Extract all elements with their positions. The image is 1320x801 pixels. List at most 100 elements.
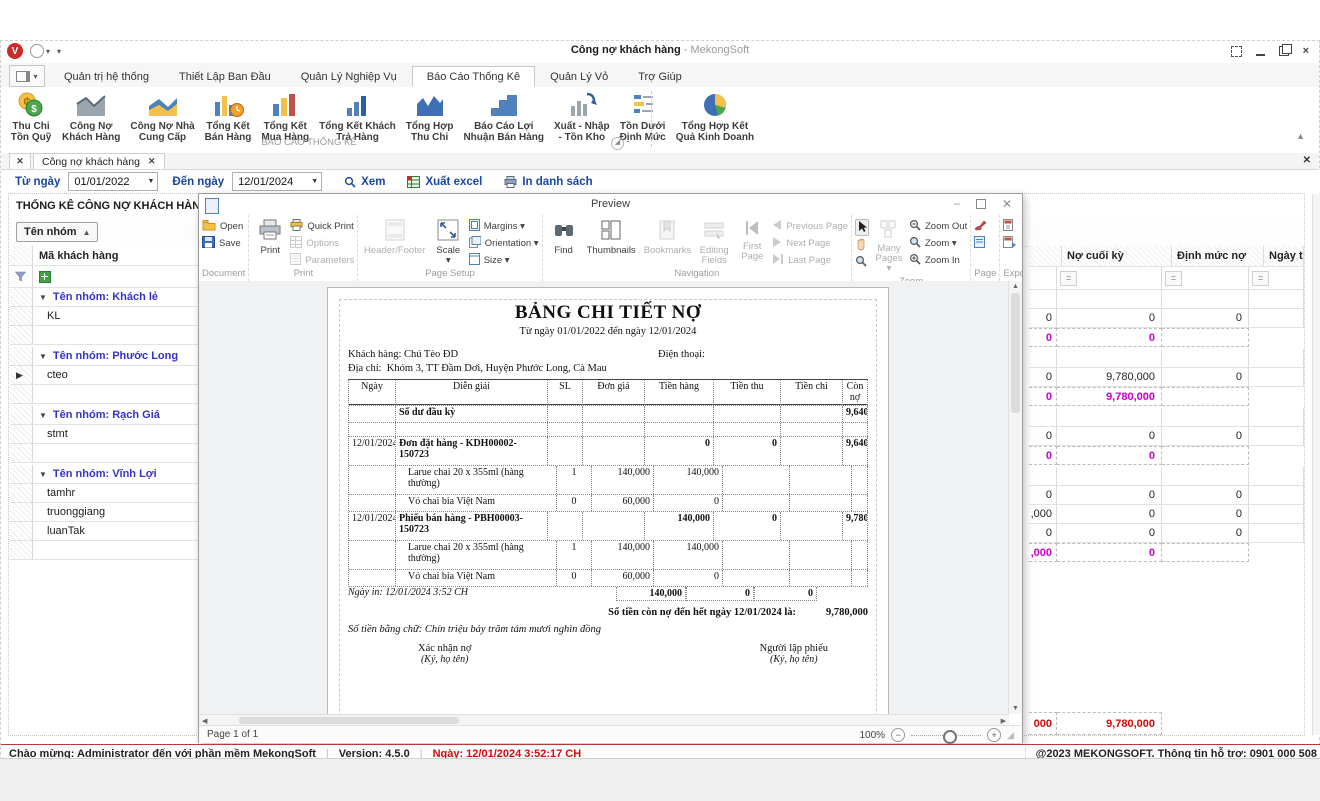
ribbon-tab-4[interactable]: Báo Cáo Thống Kê bbox=[412, 66, 535, 87]
ribbon-item-5[interactable]: Tổng KếtMua Hàng bbox=[256, 89, 314, 144]
dialog-launcher-icon[interactable]: ◢ bbox=[611, 137, 624, 150]
ribbon-tab-5[interactable]: Quản Lý Vỏ bbox=[535, 66, 623, 87]
column-header-ma-khach-hang[interactable]: Mã khách hàng bbox=[33, 246, 206, 266]
column-header-no-cuoi-ky[interactable]: Nợ cuối kỳ bbox=[1062, 246, 1172, 267]
group-row-4[interactable]: ▼Tên nhóm: Vĩnh Lợi bbox=[10, 465, 206, 484]
ribbon-tab-1[interactable]: Quản trị hệ thống bbox=[49, 66, 164, 87]
preview-document-area[interactable]: BẢNG CHI TIẾT NỢ Từ ngày 01/01/2022 đến … bbox=[199, 281, 1009, 714]
fullscreen-icon[interactable] bbox=[1231, 46, 1242, 57]
ribbon-tab-6[interactable]: Trợ Giúp bbox=[623, 66, 696, 87]
data-row-KL[interactable]: KL bbox=[10, 307, 206, 326]
resize-grip-icon[interactable]: ◢ bbox=[1007, 730, 1014, 741]
ribbon-item-1[interactable]: ₵$Thu ChiTồn Quỹ bbox=[5, 89, 57, 144]
tab-cong-no-khach-hang[interactable]: Công nợ khách hàng ✕ bbox=[33, 153, 165, 169]
print-button[interactable]: Print bbox=[252, 217, 288, 258]
app-menu-button[interactable]: ▾ bbox=[9, 65, 45, 87]
options-button[interactable]: Options bbox=[290, 236, 354, 251]
find-button[interactable]: Find bbox=[546, 217, 582, 258]
data-row-cteo[interactable]: ▶cteo bbox=[10, 366, 206, 385]
preview-maximize-icon[interactable] bbox=[976, 199, 986, 209]
next-page-button[interactable]: Next Page bbox=[772, 236, 848, 251]
group-by-chip[interactable]: Tên nhóm▲ bbox=[16, 222, 98, 242]
ribbon-item-6[interactable]: Tổng Kết KháchTrả Hàng bbox=[314, 89, 401, 144]
preview-title-bar[interactable]: Preview – ✕ bbox=[199, 194, 1022, 216]
ribbon-item-10[interactable]: Tồn DướiĐịnh Mức bbox=[615, 89, 671, 144]
close-all-tabs-button[interactable]: ✕ bbox=[9, 153, 31, 169]
thumbnails-button[interactable]: Thumbnails bbox=[584, 217, 639, 258]
tab-close-icon[interactable]: ✕ bbox=[148, 156, 156, 167]
zoom-slider[interactable] bbox=[911, 735, 981, 736]
group-row-3[interactable]: ▼Tên nhóm: Rạch Giá bbox=[10, 406, 206, 425]
scale-button[interactable]: Scale ▾ bbox=[430, 217, 467, 268]
zoom-in-button[interactable]: Zoom In bbox=[909, 253, 967, 268]
print-list-button[interactable]: In danh sách bbox=[504, 176, 592, 188]
group-row-2[interactable]: ▼Tên nhóm: Phước Long bbox=[10, 347, 206, 366]
size-button[interactable]: Size ▾ bbox=[469, 253, 539, 268]
minimize-icon[interactable] bbox=[1256, 54, 1265, 56]
save-button[interactable]: Save bbox=[202, 236, 243, 251]
orientation-button[interactable]: Orientation ▾ bbox=[469, 236, 539, 251]
pointer-tool-button[interactable] bbox=[855, 219, 869, 236]
ribbon-item-9[interactable]: Xuất - Nhập- Tồn Kho bbox=[549, 89, 615, 144]
data-row-right-tamhr[interactable]: 000 bbox=[1029, 486, 1304, 505]
preview-close-icon[interactable]: ✕ bbox=[1002, 197, 1012, 211]
bookmarks-button[interactable]: Bookmarks bbox=[641, 217, 695, 258]
export-document-button[interactable] bbox=[1003, 219, 1016, 234]
filter-cell-no-cuoi-ky[interactable]: = bbox=[1057, 267, 1162, 290]
export-excel-button[interactable]: Xuất excel bbox=[407, 176, 482, 188]
data-row-stmt[interactable]: stmt bbox=[10, 425, 206, 444]
many-pages-button[interactable]: Many Pages ▾ bbox=[871, 217, 907, 276]
magnifier-tool-button[interactable] bbox=[855, 255, 869, 270]
data-row-truonggiang[interactable]: truonggiang bbox=[10, 503, 206, 522]
previous-page-button[interactable]: Previous Page bbox=[772, 219, 848, 234]
zoom-increase-icon[interactable]: + bbox=[987, 728, 1001, 742]
ribbon-item-3[interactable]: Công Nợ NhàCung Cấp bbox=[125, 89, 199, 144]
filter-cell-ma-khach-hang[interactable] bbox=[33, 266, 206, 288]
vertical-scroll-thumb[interactable] bbox=[1011, 293, 1020, 413]
zoom-out-button[interactable]: Zoom Out bbox=[909, 219, 967, 234]
open-button[interactable]: Open bbox=[202, 219, 243, 234]
editing-fields-button[interactable]: Editing Fields bbox=[696, 217, 732, 268]
view-button[interactable]: Xem bbox=[344, 176, 385, 188]
ribbon-collapse-icon[interactable]: ▲ bbox=[1296, 131, 1305, 141]
data-row-tamhr[interactable]: tamhr bbox=[10, 484, 206, 503]
group-row-1[interactable]: ▼Tên nhóm: Khách lẻ bbox=[10, 288, 206, 307]
ribbon-item-8[interactable]: Báo Cáo LợiNhuận Bán Hàng bbox=[458, 89, 549, 144]
header-footer-button[interactable]: Header/Footer bbox=[361, 217, 427, 258]
hand-tool-button[interactable] bbox=[855, 238, 869, 253]
watermark-button[interactable] bbox=[974, 219, 987, 234]
filter-cell-ngay-toi-han[interactable]: = bbox=[1249, 267, 1304, 290]
ribbon-item-2[interactable]: Công NợKhách Hàng bbox=[57, 89, 125, 144]
data-row-right-stmt[interactable]: 000 bbox=[1029, 427, 1304, 446]
data-row-right-cteo[interactable]: 09,780,0000 bbox=[1029, 368, 1304, 387]
column-header-dinh-muc-no[interactable]: Định mức nợ bbox=[1172, 246, 1264, 267]
column-header-ngay-toi-han[interactable]: Ngày tới hạn bbox=[1264, 246, 1304, 267]
data-row-right-KL[interactable]: 000 bbox=[1029, 309, 1304, 328]
zoom-decrease-icon[interactable]: − bbox=[891, 728, 905, 742]
preview-minimize-icon[interactable]: – bbox=[954, 198, 960, 210]
data-row-right-truonggiang[interactable]: ,00000 bbox=[1029, 505, 1304, 524]
close-icon[interactable]: × bbox=[1303, 45, 1309, 57]
page-color-button[interactable] bbox=[974, 236, 987, 251]
filter-cell-dinh-muc-no[interactable]: = bbox=[1162, 267, 1249, 290]
filter-cell[interactable] bbox=[1029, 267, 1057, 290]
restore-icon[interactable] bbox=[1279, 46, 1289, 56]
data-row-right-luanTak[interactable]: 000 bbox=[1029, 524, 1304, 543]
ribbon-item-4[interactable]: Tổng KếtBán Hàng bbox=[200, 89, 257, 144]
quick-print-button[interactable]: Quick Print bbox=[290, 219, 354, 234]
last-page-button[interactable]: Last Page bbox=[772, 253, 848, 268]
tabstrip-close-icon[interactable]: ✕ bbox=[1303, 155, 1311, 166]
zoom-button[interactable]: Zoom ▾ bbox=[909, 236, 967, 251]
to-date-combobox[interactable]: 12/01/2024▼ bbox=[232, 172, 322, 191]
ribbon-item-7[interactable]: Tổng HợpThu Chi bbox=[401, 89, 459, 144]
data-row-luanTak[interactable]: luanTak bbox=[10, 522, 206, 541]
ribbon-item-11[interactable]: Tổng Hợp KếtQuả Kinh Doanh bbox=[671, 89, 759, 144]
horizontal-scroll-thumb[interactable] bbox=[239, 717, 459, 724]
send-document-button[interactable] bbox=[1003, 236, 1016, 251]
zoom-slider-thumb[interactable] bbox=[943, 730, 957, 744]
parameters-button[interactable]: Parameters bbox=[290, 253, 354, 268]
preview-vertical-scrollbar[interactable]: ▲ ▼ bbox=[1008, 281, 1022, 714]
ribbon-tab-3[interactable]: Quản Lý Nghiệp Vụ bbox=[286, 66, 412, 87]
margins-button[interactable]: Margins ▾ bbox=[469, 219, 539, 234]
from-date-combobox[interactable]: 01/01/2022▼ bbox=[68, 172, 158, 191]
